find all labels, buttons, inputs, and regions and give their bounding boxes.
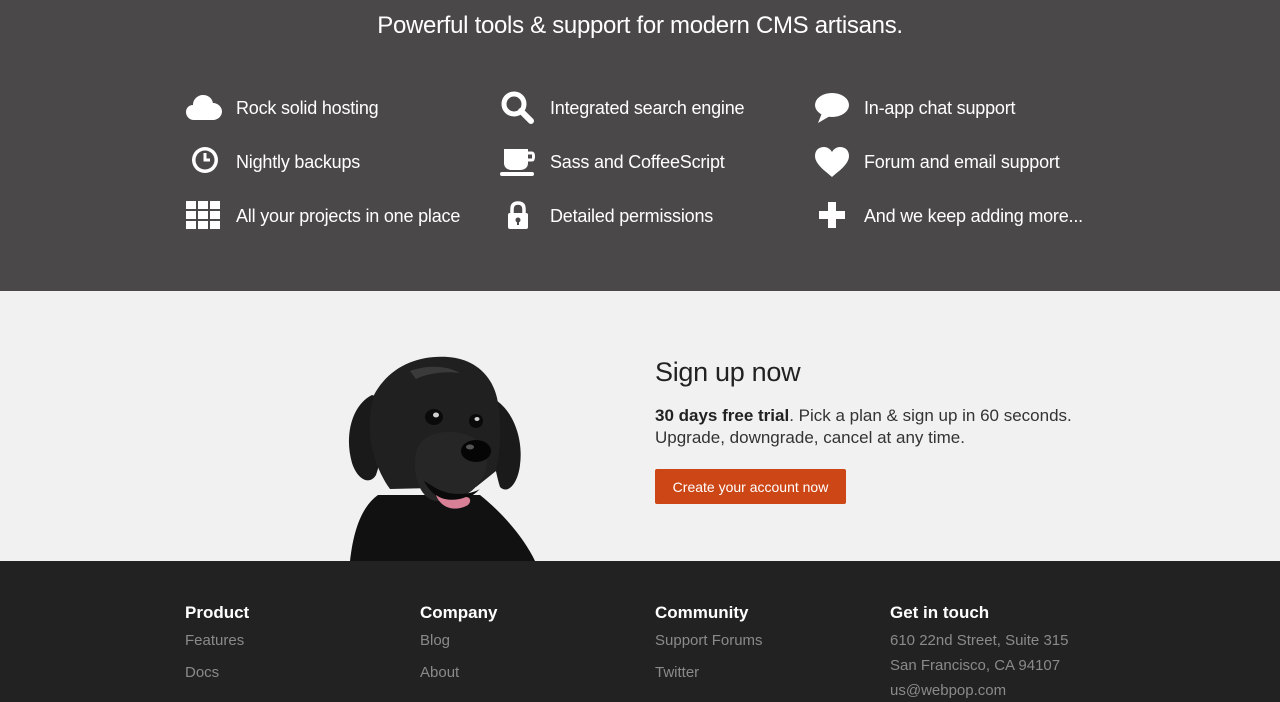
feature-label: Forum and email support xyxy=(864,151,1060,172)
footer-link-support-forums[interactable]: Support Forums xyxy=(655,632,763,664)
feature-more: And we keep adding more... xyxy=(814,199,1083,233)
clock-icon xyxy=(186,145,224,179)
feature-label: All your projects in one place xyxy=(236,205,461,226)
footer-column-product: Product Features Docs xyxy=(185,603,249,696)
feature-label: In-app chat support xyxy=(864,97,1016,118)
feature-chat: In-app chat support xyxy=(814,91,1016,125)
feature-label: Integrated search engine xyxy=(550,97,745,118)
lock-icon xyxy=(500,199,538,233)
footer-link-about[interactable]: About xyxy=(420,664,497,696)
heart-icon xyxy=(814,145,852,179)
footer-column-company: Company Blog About xyxy=(420,603,497,696)
trial-text: . Pick a plan & sign up in 60 seconds. xyxy=(789,406,1072,425)
footer-address-line1: 610 22nd Street, Suite 315 xyxy=(890,632,1069,649)
feature-label: Nightly backups xyxy=(236,151,361,172)
footer-link-twitter[interactable]: Twitter xyxy=(655,664,763,696)
puppy-image xyxy=(348,356,535,561)
feature-backups: Nightly backups xyxy=(186,145,360,179)
footer-link-docs[interactable]: Docs xyxy=(185,664,249,696)
features-tagline: Powerful tools & support for modern CMS … xyxy=(377,12,903,39)
signup-description: 30 days free trial. Pick a plan & sign u… xyxy=(655,405,1135,449)
signup-title: Sign up now xyxy=(655,357,801,387)
footer-heading: Product xyxy=(185,603,250,622)
feature-hosting: Rock solid hosting xyxy=(186,91,379,125)
feature-projects: All your projects in one place xyxy=(186,199,460,233)
coffee-cup-icon xyxy=(500,145,538,179)
footer-email-link[interactable]: us@webpop.com xyxy=(890,682,1068,702)
footer-address-line2: San Francisco, CA 94107 xyxy=(890,657,1061,674)
cloud-icon xyxy=(186,91,224,125)
footer-heading: Community xyxy=(655,603,749,622)
create-account-button[interactable]: Create your account now xyxy=(655,469,846,504)
feature-label: And we keep adding more... xyxy=(864,205,1083,226)
footer-column-contact: Get in touch 610 22nd Street, Suite 315 … xyxy=(890,603,1068,702)
feature-label: Sass and CoffeeScript xyxy=(550,151,725,172)
feature-permissions: Detailed permissions xyxy=(500,199,713,233)
feature-sass: Sass and CoffeeScript xyxy=(500,145,725,179)
chat-bubble-icon xyxy=(814,91,852,125)
grid-icon xyxy=(186,199,224,233)
trial-highlight: 30 days free trial xyxy=(655,406,790,425)
footer-column-community: Community Support Forums Twitter xyxy=(655,603,763,696)
search-icon xyxy=(500,91,538,125)
footer-link-blog[interactable]: Blog xyxy=(420,632,497,664)
feature-forum: Forum and email support xyxy=(814,145,1060,179)
footer-heading: Get in touch xyxy=(890,603,990,622)
features-section: Powerful tools & support for modern CMS … xyxy=(0,0,1280,291)
feature-search: Integrated search engine xyxy=(500,91,745,125)
footer-heading: Company xyxy=(420,603,498,622)
feature-label: Rock solid hosting xyxy=(236,97,379,118)
signup-section: Sign up now 30 days free trial. Pick a p… xyxy=(0,291,1280,561)
plus-icon xyxy=(814,199,852,233)
footer-link-features[interactable]: Features xyxy=(185,632,249,664)
site-footer: Product Features Docs Company Blog About… xyxy=(0,561,1280,702)
trial-text-line2: Upgrade, downgrade, cancel at any time. xyxy=(655,428,965,447)
feature-label: Detailed permissions xyxy=(550,205,714,226)
